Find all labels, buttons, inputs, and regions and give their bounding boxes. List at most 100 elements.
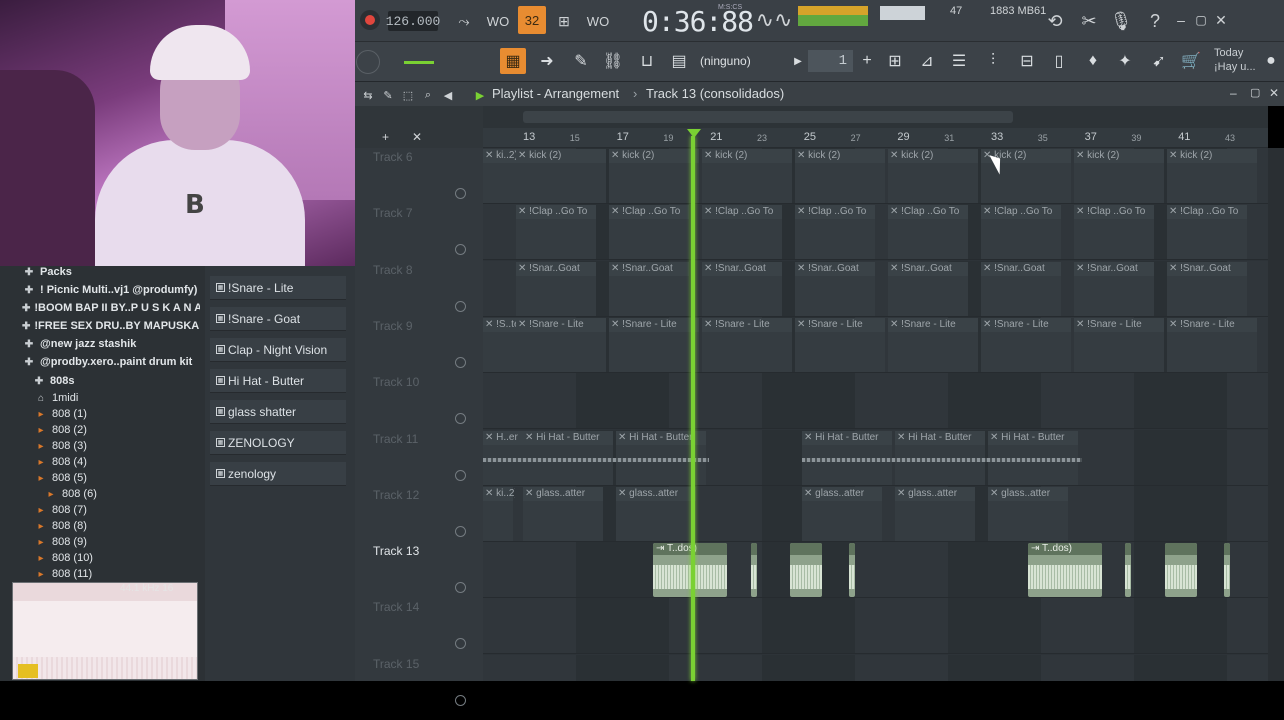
audio-clip[interactable]: ⇥ T..dos) [653, 543, 727, 598]
loop-record-icon[interactable]: WO [584, 8, 612, 34]
vertical-scrollbar[interactable] [1268, 148, 1284, 681]
pattern-clip[interactable]: ✕ !Snar..Goat [1167, 261, 1247, 316]
close-icon[interactable]: ✕ [1212, 10, 1230, 30]
tempo-display[interactable]: 126.000 [386, 11, 440, 31]
restore-icon[interactable]: ▢ [1192, 10, 1210, 30]
pattern-clip[interactable]: ✕ !Clap ..Go To [981, 205, 1061, 260]
select-tool-icon[interactable]: ⬚ [400, 88, 416, 102]
pencil-tool-icon[interactable]: ✎ [380, 88, 396, 102]
browser-item[interactable]: ✚ Packs [22, 264, 200, 280]
browser-item[interactable]: ▸ 808 (7) [34, 502, 200, 518]
plugin-icon[interactable]: ♦ [1080, 48, 1106, 74]
track-name[interactable]: Track 9 [373, 319, 413, 333]
pattern-clip[interactable]: ✕ !Snare - Lite [516, 317, 606, 372]
track-mute-icon[interactable] [455, 694, 466, 706]
browser-item[interactable]: ✚ @new jazz stashik [22, 336, 200, 352]
track-name[interactable]: Track 13 [373, 544, 419, 558]
pattern-clip[interactable]: ✕ glass..atter [616, 486, 696, 541]
browser-item[interactable]: ⌂ 1midi [34, 390, 200, 406]
browser-item[interactable]: ▸ 808 (3) [34, 438, 200, 454]
microphone-icon[interactable]: 🎙 [1108, 8, 1134, 34]
channel-item[interactable]: ▦ glass shatter [210, 400, 346, 424]
browser-item[interactable]: ▸ 808 (1) [34, 406, 200, 422]
play-pattern-icon[interactable]: ▶ [790, 50, 806, 72]
pattern-clip[interactable]: ✕ !Clap ..Go To [795, 205, 875, 260]
browser-item[interactable]: ✚ ! Picnic Multi..vj1 @produmfy) [22, 282, 200, 298]
pattern-clip[interactable]: ✕ !Clap ..Go To [516, 205, 596, 260]
track-lane[interactable] [483, 654, 1268, 681]
channel-item[interactable]: ▦ zenology [210, 462, 346, 486]
track-mute-icon[interactable] [455, 525, 466, 537]
pattern-clip[interactable]: ✕ !Snar..Goat [702, 261, 782, 316]
calendar-icon[interactable]: ▤ [666, 48, 692, 74]
track-name[interactable]: Track 6 [373, 150, 413, 164]
pattern-clip[interactable]: ✕ !Clap ..Go To [1074, 205, 1154, 260]
playlist-close-icon[interactable]: ✕ [1269, 86, 1279, 100]
channel-rack-icon[interactable]: ☰ [946, 48, 972, 74]
pattern-clip[interactable]: ✕ !Snar..Goat [981, 261, 1061, 316]
browser-item[interactable]: ▸ 808 (2) [34, 422, 200, 438]
pattern-clip[interactable]: ✕ !Snare - Lite [981, 317, 1071, 372]
track-name[interactable]: Track 14 [373, 600, 419, 614]
cart-icon[interactable]: 🛒 [1178, 48, 1204, 74]
track-name[interactable]: Track 10 [373, 375, 419, 389]
audio-clip[interactable] [790, 543, 822, 598]
piano-roll-icon[interactable]: ⊿ [914, 48, 940, 74]
track-mute-icon[interactable] [455, 356, 466, 368]
channel-item[interactable]: ▦ Clap - Night Vision [210, 338, 346, 362]
stamp-icon[interactable]: ⊔ [634, 48, 660, 74]
pattern-clip[interactable]: ✕ glass..atter [988, 486, 1068, 541]
master-pitch-slider[interactable] [398, 50, 440, 74]
pattern-clip[interactable]: ✕ !Snare - Lite [795, 317, 885, 372]
pattern-clip[interactable]: ✕ !Snare - Lite [1074, 317, 1164, 372]
play-icon[interactable]: ▶ [472, 88, 488, 102]
browser-item[interactable]: ▸ 808 (4) [34, 454, 200, 470]
pattern-song-toggle[interactable]: 32 [518, 6, 546, 34]
pattern-clip[interactable]: ✕ kick (2) [795, 149, 885, 203]
cut-icon[interactable]: ✂ [1076, 8, 1102, 34]
browser-item[interactable]: ▸ 808 (9) [34, 534, 200, 550]
track-lane[interactable] [483, 542, 1268, 599]
pattern-clip[interactable]: ✕ glass..atter [523, 486, 603, 541]
track-name[interactable]: Track 12 [373, 488, 419, 502]
browser-item[interactable]: ✚ !FREE SEX DRU..BY MAPUSKANA [22, 318, 200, 334]
pattern-clip[interactable]: ✕ !Snare - Lite [888, 317, 978, 372]
track-mute-icon[interactable] [455, 469, 466, 481]
speaker-icon[interactable]: ◀ [440, 88, 456, 102]
metronome-icon[interactable]: ⤳ [450, 8, 478, 34]
browser-item[interactable]: ▸ 808 (10) [34, 550, 200, 566]
horizontal-scroll[interactable] [483, 106, 1268, 128]
preview-play-icon[interactable] [18, 664, 38, 678]
pattern-clip[interactable]: ✕ glass..atter [895, 486, 975, 541]
pattern-clip[interactable]: ✕ ki..2) [483, 486, 515, 541]
paint-brush-icon[interactable]: ✎ [568, 48, 594, 74]
browser-item[interactable]: ✚ 808s [32, 373, 200, 389]
timeline-ruler[interactable] [483, 128, 1268, 148]
add-pattern-icon[interactable]: + [854, 48, 880, 74]
add-track-icon[interactable]: + [382, 130, 389, 144]
track-lane[interactable] [483, 598, 1268, 655]
mixer-icon[interactable]: ⫶ [980, 48, 1006, 74]
track-mute-icon[interactable] [455, 188, 466, 199]
pattern-clip[interactable]: ✕ !Snare - Lite [609, 317, 699, 372]
pattern-clip[interactable]: ✕ !Clap ..Go To [888, 205, 968, 260]
track-mute-icon[interactable] [455, 300, 466, 312]
audio-clip[interactable] [1165, 543, 1197, 598]
pattern-clip[interactable]: ✕ glass..atter [802, 486, 882, 541]
next-arrow-icon[interactable]: ➜ [534, 48, 560, 74]
pattern-clip[interactable]: ✕ !Snar..Goat [609, 261, 689, 316]
channel-item[interactable]: ▦ !Snare - Goat [210, 307, 346, 331]
pattern-clip[interactable]: ✕ kick (2) [1074, 149, 1164, 203]
audio-clip[interactable]: ⇥ T..dos) [1028, 543, 1102, 598]
audio-clip[interactable] [751, 543, 757, 598]
pattern-clip[interactable]: ✕ !Snar..Goat [795, 261, 875, 316]
pattern-clip[interactable]: ✕ !Snare - Lite [702, 317, 792, 372]
browser-item[interactable]: ✚ !BOOM BAP II BY..P U S K A N A [22, 300, 200, 316]
track-name[interactable]: Track 8 [373, 263, 413, 277]
browser-item[interactable]: ▸ 808 (8) [34, 518, 200, 534]
pattern-clip[interactable]: ✕ !Clap ..Go To [609, 205, 689, 260]
tempo-tapper-icon[interactable]: ✦ [1112, 48, 1138, 74]
main-volume-knob[interactable] [356, 50, 380, 74]
browser-tree-icon[interactable]: ⊟ [1014, 48, 1040, 74]
track-name[interactable]: Track 7 [373, 206, 413, 220]
